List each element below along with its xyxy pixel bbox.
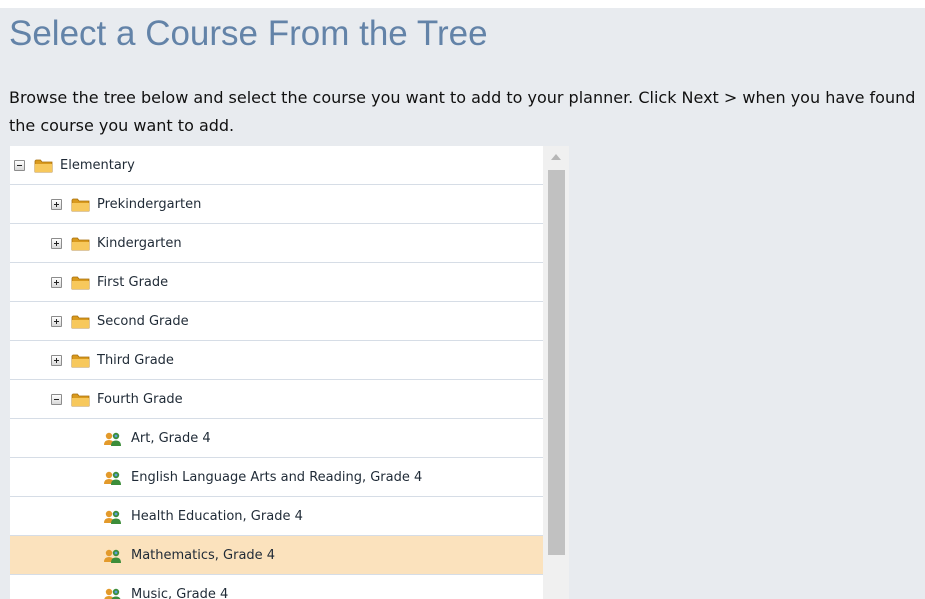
course-label: Art, Grade 4 [131, 431, 211, 446]
tree-scrollbar[interactable] [543, 146, 569, 599]
course-item-health-education[interactable]: Health Education, Grade 4 [10, 497, 543, 536]
folder-icon [71, 198, 90, 212]
tree-node-second-grade[interactable]: Second Grade [10, 302, 543, 341]
course-icon [104, 588, 121, 599]
course-label: Music, Grade 4 [131, 587, 229, 599]
scroll-up-arrow-icon[interactable] [543, 146, 569, 168]
page-title: Select a Course From the Tree [9, 14, 488, 53]
scrollbar-thumb[interactable] [548, 170, 565, 555]
tree-node-fourth-grade[interactable]: Fourth Grade [10, 380, 543, 419]
tree-node-label: Fourth Grade [97, 392, 183, 407]
course-item-mathematics[interactable]: Mathematics, Grade 4 [10, 536, 543, 575]
expand-icon[interactable] [51, 238, 62, 249]
course-item-english-language-arts[interactable]: English Language Arts and Reading, Grade… [10, 458, 543, 497]
course-label: Health Education, Grade 4 [131, 509, 303, 524]
folder-icon [71, 354, 90, 368]
folder-icon [71, 315, 90, 329]
tree-node-first-grade[interactable]: First Grade [10, 263, 543, 302]
folder-icon [71, 276, 90, 290]
tree-node-label: Third Grade [97, 353, 174, 368]
tree-node-label: First Grade [97, 275, 169, 290]
tree-node-third-grade[interactable]: Third Grade [10, 341, 543, 380]
course-label: English Language Arts and Reading, Grade… [131, 470, 423, 485]
tree-list: Elementary Prekindergarten Kindergarten … [10, 146, 543, 599]
course-tree[interactable]: Elementary Prekindergarten Kindergarten … [10, 146, 569, 599]
expand-icon[interactable] [51, 355, 62, 366]
course-label: Mathematics, Grade 4 [131, 548, 276, 563]
course-icon [104, 432, 121, 446]
expand-icon[interactable] [51, 277, 62, 288]
collapse-icon[interactable] [51, 394, 62, 405]
course-icon [104, 471, 121, 485]
course-item-music[interactable]: Music, Grade 4 [10, 575, 543, 599]
top-band [0, 0, 925, 8]
course-icon [104, 510, 121, 524]
tree-node-label: Kindergarten [97, 236, 182, 251]
tree-node-prekindergarten[interactable]: Prekindergarten [10, 185, 543, 224]
tree-node-label: Second Grade [97, 314, 189, 329]
expand-icon[interactable] [51, 199, 62, 210]
course-item-art[interactable]: Art, Grade 4 [10, 419, 543, 458]
instructions-text: Browse the tree below and select the cou… [9, 88, 916, 135]
tree-node-label: Prekindergarten [97, 197, 202, 212]
folder-icon [71, 237, 90, 251]
tree-node-label: Elementary [60, 158, 135, 173]
course-icon [104, 549, 121, 563]
collapse-icon[interactable] [14, 160, 25, 171]
tree-node-elementary[interactable]: Elementary [10, 146, 543, 185]
expand-icon[interactable] [51, 316, 62, 327]
folder-icon [34, 159, 53, 173]
tree-node-kindergarten[interactable]: Kindergarten [10, 224, 543, 263]
folder-icon [71, 393, 90, 407]
